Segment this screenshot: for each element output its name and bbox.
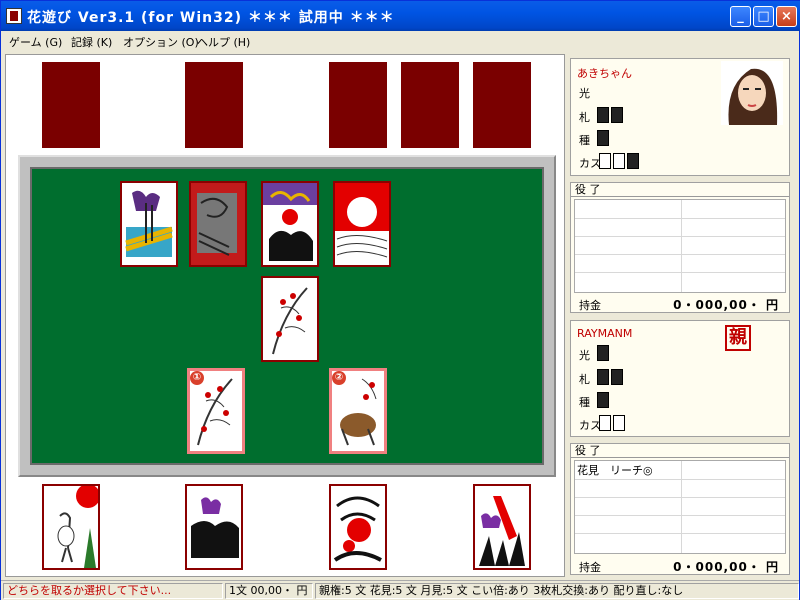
menu-bar: ゲーム (G) 記録 (K) オプション (O) ヘルプ (H)	[1, 31, 799, 51]
opponent-panel: あきちゃん 光 札 種 カス	[570, 58, 790, 176]
player-yaku-header: 役 了	[571, 444, 789, 458]
field-card-rain-scroll[interactable]	[189, 181, 247, 267]
player-row-hikari: 光	[579, 349, 590, 362]
dealer-badge: 親	[725, 325, 751, 351]
field-card-paulownia-phoenix[interactable]	[261, 181, 319, 267]
title-bar[interactable]: 花遊び Ver3.1 (for Win32) ＊＊＊ 試用中 ＊＊＊ _ □ ×	[1, 1, 800, 31]
menu-options[interactable]: オプション (O)	[123, 34, 199, 50]
opponent-card	[42, 62, 100, 148]
hand-card-iris-ribbon[interactable]	[473, 484, 531, 570]
status-rules: 親権:5 文 花見:5 文 月見:5 文 こい倍:あり 3枚札交換:あり 配り直…	[315, 583, 799, 599]
player-name: RAYMANM	[577, 327, 633, 340]
opponent-yaku-header: 役 了	[571, 183, 789, 197]
opponent-card	[329, 62, 387, 148]
captured-card	[597, 392, 609, 408]
player-row-kasu: カス	[579, 419, 601, 432]
menu-help[interactable]: ヘルプ (H)	[197, 34, 250, 50]
opponent-yaku-panel: 役 了 持金 0・000,00・ 円	[570, 182, 790, 313]
captured-card	[611, 369, 623, 385]
captured-card	[597, 107, 609, 123]
captured-card	[599, 153, 611, 169]
window-title: 花遊び Ver3.1 (for Win32) ＊＊＊ 試用中 ＊＊＊	[27, 10, 395, 26]
status-mon: 1文 00,00・ 円	[225, 583, 313, 599]
table-felt	[30, 167, 544, 465]
player-panel: RAYMANM 親 光 札 種 カス	[570, 320, 790, 437]
captured-card	[613, 153, 625, 169]
opponent-money: 0・000,00・ 円	[673, 298, 779, 312]
yaku-entry: 花見 リーチ◎	[577, 464, 653, 477]
opponent-money-label: 持金	[579, 299, 601, 312]
hand-card-crane[interactable]	[42, 484, 100, 570]
opponent-row-hikari: 光	[579, 87, 590, 100]
menu-record[interactable]: 記録 (K)	[71, 34, 112, 50]
field-card-bush-clover[interactable]	[261, 276, 319, 362]
hand-card-iris[interactable]	[185, 484, 243, 570]
player-row-tan: 札	[579, 373, 590, 386]
choice-card-2[interactable]: ②	[329, 368, 387, 454]
opponent-row-tan: 札	[579, 111, 590, 124]
close-button[interactable]: ×	[776, 6, 797, 27]
choice-badge-2: ②	[332, 371, 346, 385]
game-area: ① ②	[5, 54, 565, 577]
opponent-yaku-list	[574, 199, 786, 293]
table-frame	[18, 155, 556, 477]
field-card-iris-bridge[interactable]	[120, 181, 178, 267]
moon-icon	[347, 197, 377, 227]
app-window: 花遊び Ver3.1 (for Win32) ＊＊＊ 試用中 ＊＊＊ _ □ ×…	[0, 0, 800, 600]
captured-card	[597, 345, 609, 361]
choice-card-1[interactable]: ①	[187, 368, 245, 454]
player-money: 0・000,00・ 円	[673, 560, 779, 574]
opponent-name: あきちゃん	[577, 67, 632, 80]
captured-card	[597, 130, 609, 146]
captured-card	[613, 415, 625, 431]
opponent-avatar	[721, 61, 783, 125]
captured-card	[611, 107, 623, 123]
status-bar: どちらを取るか選択して下さい... 1文 00,00・ 円 親権:5 文 花見:…	[1, 580, 799, 600]
opponent-card	[473, 62, 531, 148]
field-card-pampas-moon[interactable]	[333, 181, 391, 267]
opponent-card	[185, 62, 243, 148]
player-row-tane: 種	[579, 396, 590, 409]
minimize-button[interactable]: _	[730, 6, 751, 27]
opponent-row-kasu: カス	[579, 157, 601, 170]
captured-card	[627, 153, 639, 169]
app-icon[interactable]	[6, 8, 22, 24]
menu-game[interactable]: ゲーム (G)	[9, 34, 62, 50]
opponent-row-tane: 種	[579, 134, 590, 147]
choice-badge-1: ①	[190, 371, 204, 385]
maximize-button[interactable]: □	[753, 6, 774, 27]
player-yaku-list: 花見 リーチ◎	[574, 460, 786, 554]
opponent-card	[401, 62, 459, 148]
status-message: どちらを取るか選択して下さい...	[3, 583, 223, 599]
hand-card-peony[interactable]	[329, 484, 387, 570]
player-money-label: 持金	[579, 561, 601, 574]
captured-card	[599, 415, 611, 431]
player-yaku-panel: 役 了 花見 リーチ◎ 持金 0・000,00・ 円	[570, 443, 790, 575]
captured-card	[597, 369, 609, 385]
